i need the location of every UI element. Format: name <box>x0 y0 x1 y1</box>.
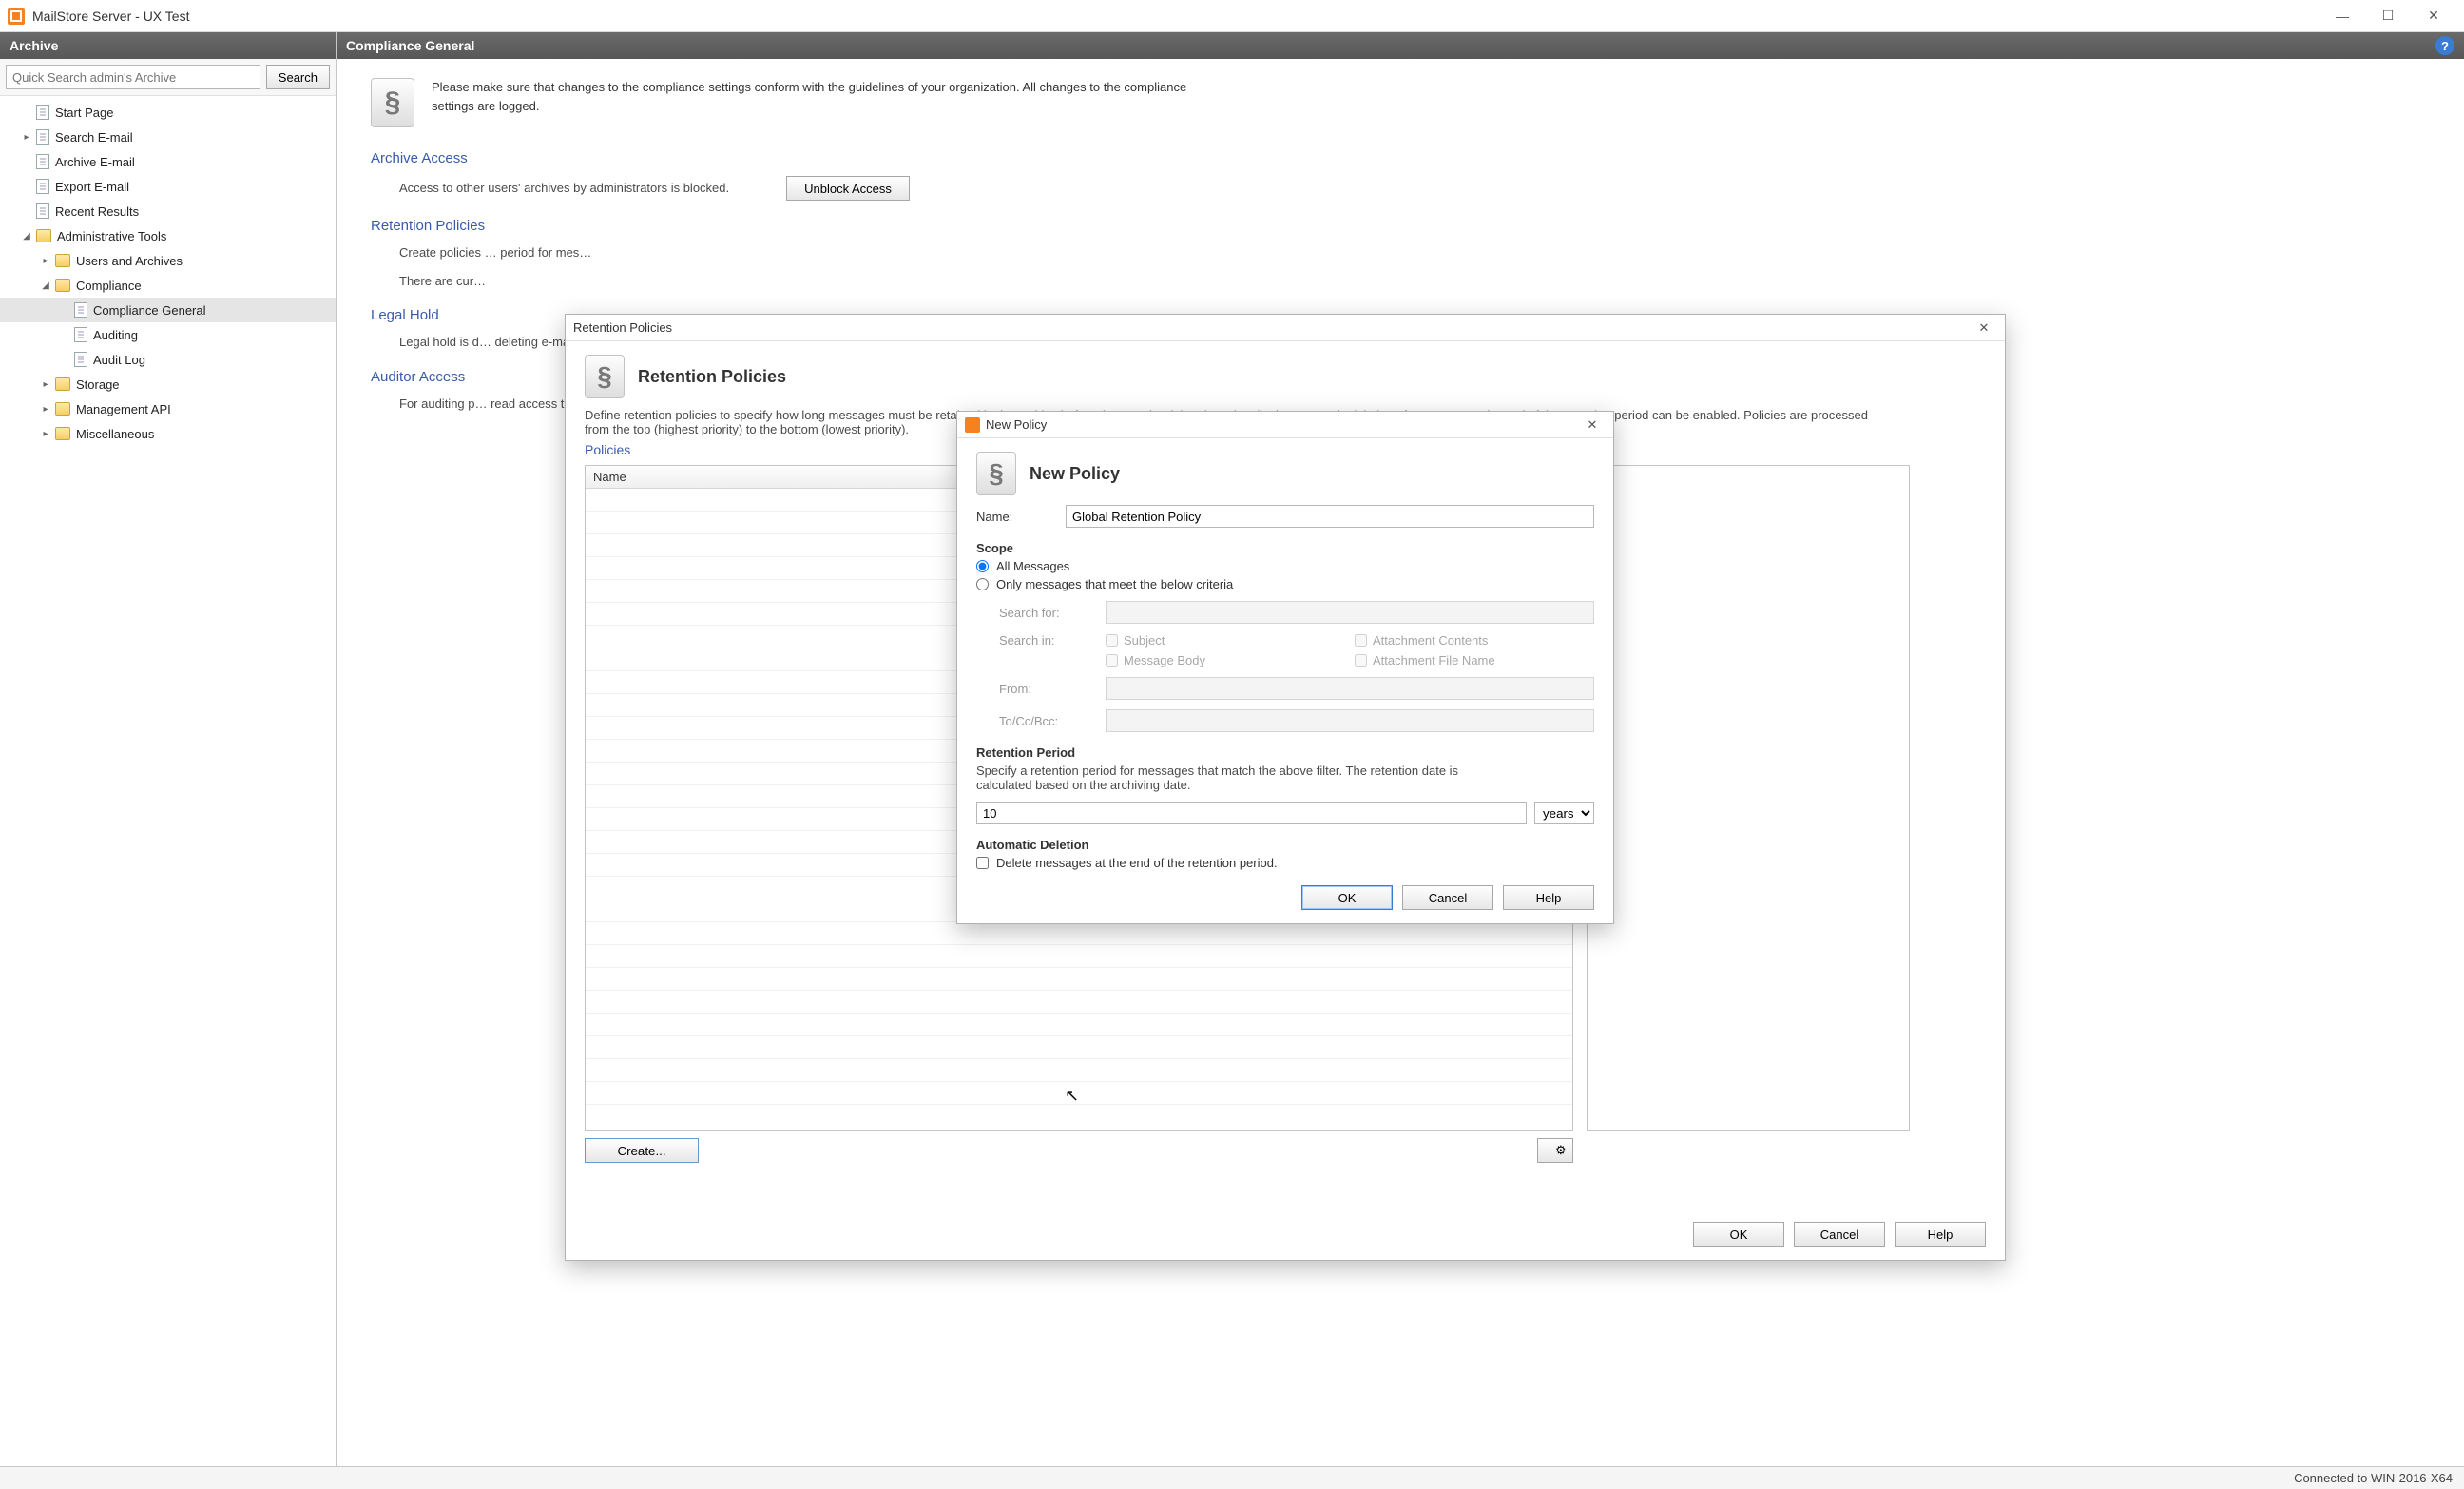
results-icon <box>36 203 49 219</box>
folder-icon <box>55 402 70 416</box>
nav-archive-email[interactable]: Archive E-mail <box>0 149 336 174</box>
nav-audit-log[interactable]: Audit Log <box>0 347 336 372</box>
nav-miscellaneous[interactable]: ▸Miscellaneous <box>0 421 336 446</box>
app-icon <box>8 8 25 25</box>
folder-icon <box>55 279 70 292</box>
search-icon <box>36 129 49 145</box>
window-title: MailStore Server - UX Test <box>32 9 2320 24</box>
page-icon <box>36 105 49 120</box>
retention-count: There are cur… <box>399 272 1112 291</box>
window-titlebar: MailStore Server - UX Test — ☐ ✕ <box>0 0 2464 32</box>
scope-all-label: All Messages <box>996 559 1069 573</box>
retention-cancel-button[interactable]: Cancel <box>1794 1222 1885 1247</box>
scope-all-radio[interactable] <box>976 560 989 572</box>
period-unit-select[interactable]: years <box>1534 802 1594 824</box>
retention-dialog-header: Retention Policies <box>638 367 786 387</box>
policy-settings-button[interactable]: ⚙ <box>1537 1138 1573 1163</box>
section-icon: § <box>585 355 625 398</box>
policy-name-input[interactable] <box>1066 505 1594 528</box>
scope-criteria-radio[interactable] <box>976 578 989 590</box>
sidebar: Archive Search Start Page ▸Search E-mail… <box>0 32 337 1466</box>
policy-details-panel <box>1587 465 1910 1131</box>
window-maximize-button[interactable]: ☐ <box>2365 0 2411 32</box>
new-policy-close-button[interactable]: ✕ <box>1579 415 1606 435</box>
content-header: Compliance General ? <box>337 32 2464 59</box>
status-text: Connected to WIN-2016-X64 <box>2294 1471 2453 1485</box>
scope-header: Scope <box>976 541 1594 555</box>
page-icon <box>74 352 87 367</box>
nav-management-api[interactable]: ▸Management API <box>0 396 336 421</box>
new-policy-header: New Policy <box>1030 464 1120 484</box>
new-policy-dialog: New Policy ✕ § New Policy Name: Scope Al… <box>956 411 1614 924</box>
folder-icon <box>55 254 70 267</box>
create-policy-button[interactable]: Create... <box>585 1138 699 1163</box>
section-icon: § <box>371 78 414 127</box>
nav-users-archives[interactable]: ▸Users and Archives <box>0 248 336 273</box>
window-close-button[interactable]: ✕ <box>2411 0 2456 32</box>
scope-criteria-label: Only messages that meet the below criter… <box>996 577 1233 591</box>
search-in-label: Search in: <box>999 633 1094 648</box>
folder-icon <box>55 377 70 391</box>
chk-attachment-filename <box>1355 654 1367 667</box>
chk-message-body <box>1106 654 1118 667</box>
intro-text: Please make sure that changes to the com… <box>432 78 1211 115</box>
quick-search-button[interactable]: Search <box>266 65 330 89</box>
app-icon <box>965 417 980 433</box>
new-policy-title: New Policy <box>986 417 1047 432</box>
retention-text: Create policies … period for mes… <box>399 243 1112 262</box>
folder-icon <box>36 229 51 242</box>
column-name: Name <box>593 470 626 484</box>
unblock-access-button[interactable]: Unblock Access <box>786 176 910 201</box>
quick-search-input[interactable] <box>6 65 260 89</box>
nav-auditing[interactable]: Auditing <box>0 322 336 347</box>
period-value-input[interactable] <box>976 802 1527 824</box>
export-icon <box>36 179 49 194</box>
nav-compliance[interactable]: ◢Compliance <box>0 273 336 298</box>
new-policy-cancel-button[interactable]: Cancel <box>1402 885 1493 910</box>
nav-compliance-general[interactable]: Compliance General <box>0 298 336 322</box>
status-bar: Connected to WIN-2016-X64 <box>0 1466 2464 1489</box>
archive-access-text: Access to other users' archives by admin… <box>399 179 729 198</box>
content-title: Compliance General <box>346 38 474 53</box>
period-header: Retention Period <box>976 745 1594 760</box>
page-icon <box>74 302 87 318</box>
search-for-label: Search for: <box>999 606 1094 620</box>
retention-dialog-close-button[interactable]: ✕ <box>1971 318 1997 338</box>
period-desc: Specify a retention period for messages … <box>976 764 1509 792</box>
help-icon[interactable]: ? <box>2435 36 2454 55</box>
to-input <box>1106 709 1594 732</box>
new-policy-ok-button[interactable]: OK <box>1301 885 1393 910</box>
to-label: To/Cc/Bcc: <box>999 714 1094 728</box>
auto-deletion-header: Automatic Deletion <box>976 838 1594 852</box>
retention-ok-button[interactable]: OK <box>1693 1222 1784 1247</box>
nav-storage[interactable]: ▸Storage <box>0 372 336 396</box>
new-policy-help-button[interactable]: Help <box>1503 885 1594 910</box>
archive-icon <box>36 154 49 169</box>
retention-help-button[interactable]: Help <box>1895 1222 1986 1247</box>
nav-recent-results[interactable]: Recent Results <box>0 199 336 223</box>
name-label: Name: <box>976 510 1054 524</box>
search-for-input <box>1106 601 1594 624</box>
nav-admin-tools[interactable]: ◢Administrative Tools <box>0 223 336 248</box>
sidebar-header: Archive <box>0 32 336 59</box>
nav-tree: Start Page ▸Search E-mail Archive E-mail… <box>0 96 336 1466</box>
section-archive-access-title: Archive Access <box>371 150 2430 168</box>
from-label: From: <box>999 682 1094 696</box>
section-icon: § <box>976 452 1016 495</box>
nav-export-email[interactable]: Export E-mail <box>0 174 336 199</box>
retention-dialog-title: Retention Policies <box>573 320 672 335</box>
window-minimize-button[interactable]: — <box>2320 0 2365 32</box>
page-icon <box>74 327 87 342</box>
chk-subject <box>1106 634 1118 647</box>
chk-attachment-contents <box>1355 634 1367 647</box>
from-input <box>1106 677 1594 700</box>
section-retention-title: Retention Policies <box>371 218 2430 236</box>
nav-start-page[interactable]: Start Page <box>0 100 336 125</box>
auto-delete-label: Delete messages at the end of the retent… <box>996 856 1278 870</box>
auto-delete-checkbox[interactable] <box>976 857 989 869</box>
folder-icon <box>55 427 70 440</box>
nav-search-email[interactable]: ▸Search E-mail <box>0 125 336 149</box>
